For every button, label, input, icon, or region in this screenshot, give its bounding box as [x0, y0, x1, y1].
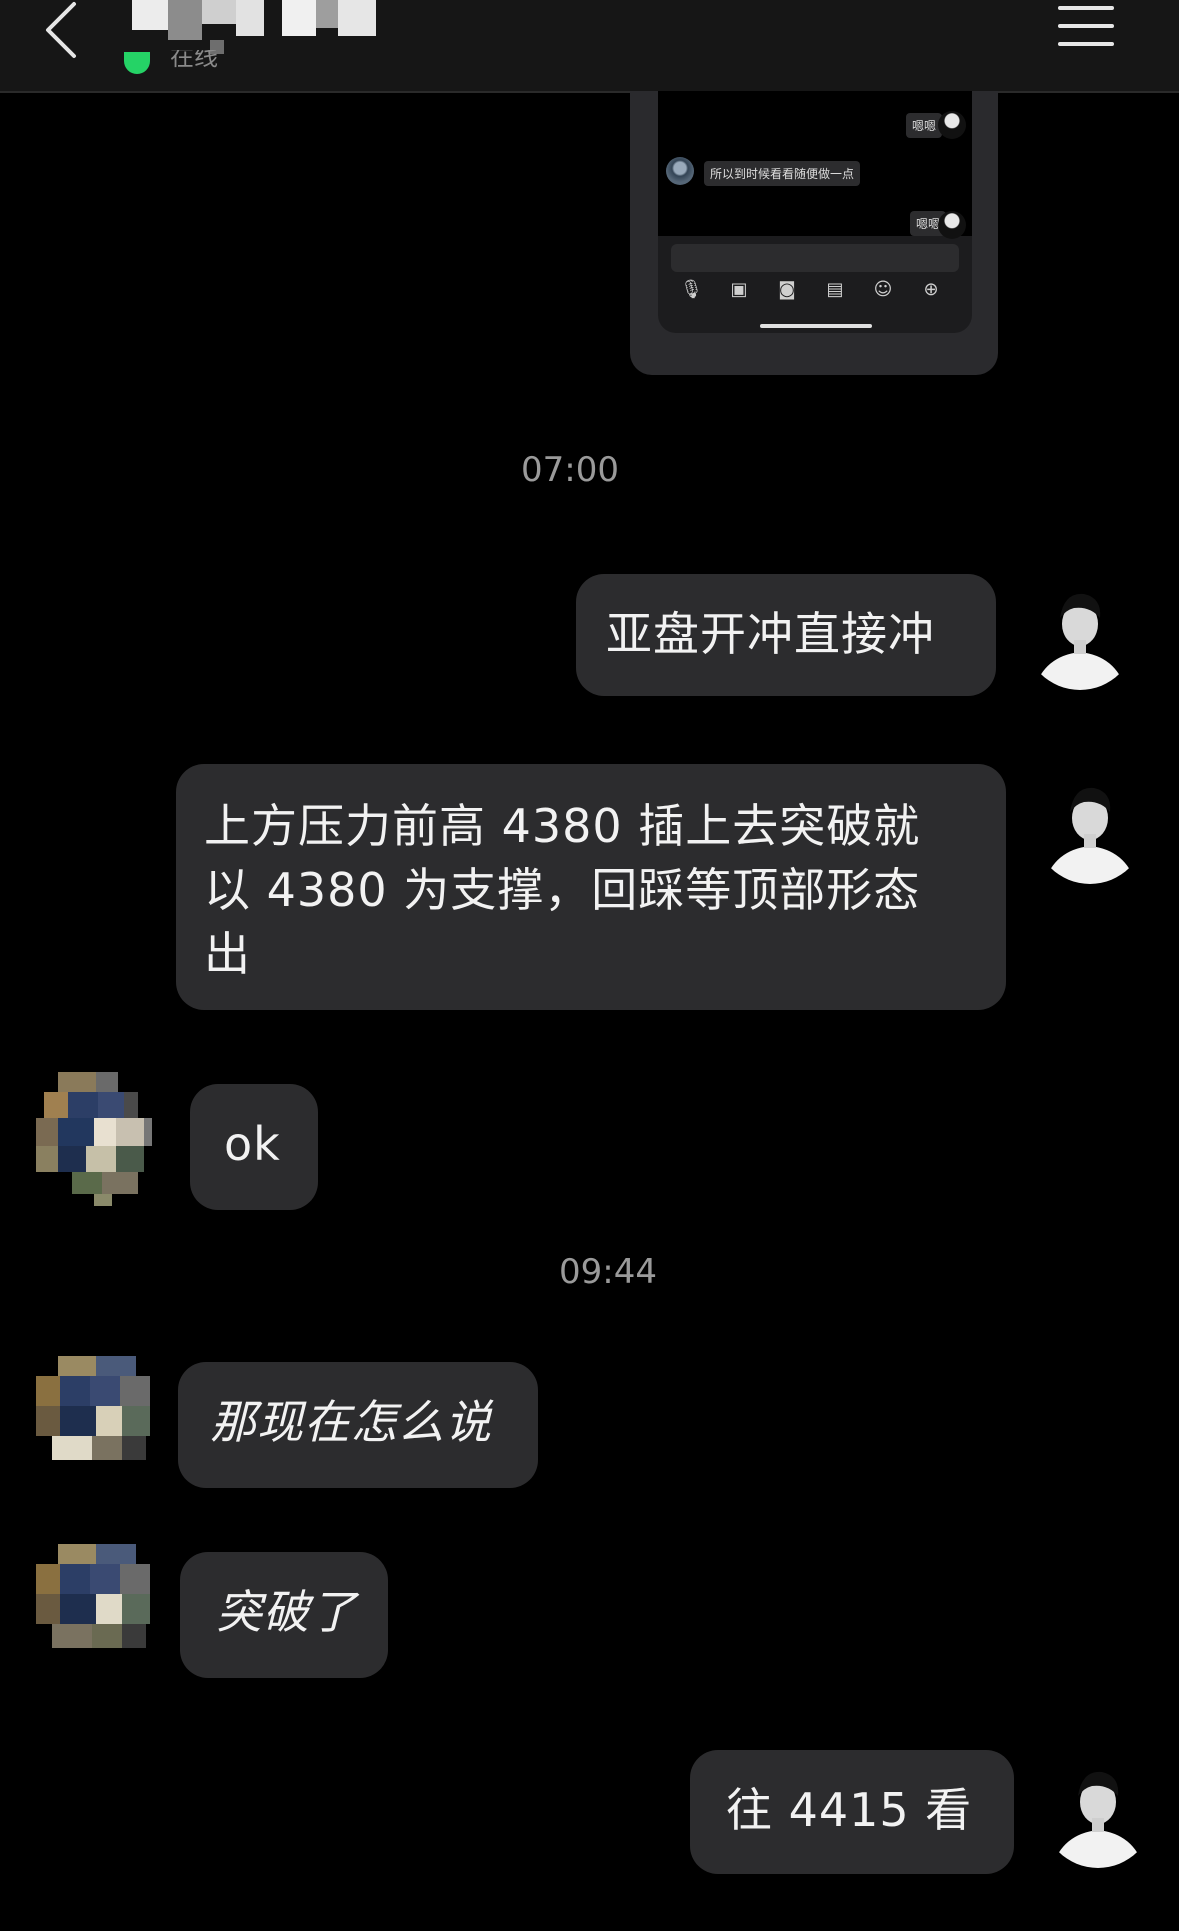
message-bubble-sent[interactable]: 上方压力前高 4380 插上去突破就 以 4380 为支撑，回踩等顶部形态 出 [176, 764, 1006, 1010]
screenshot-input-bar [671, 244, 959, 272]
image-icon: ▣ [730, 279, 748, 300]
online-status-text: 在线 [170, 50, 218, 71]
plus-icon: ⊕ [923, 279, 939, 300]
screenshot-toolbar: 🎙 ▣ ◙ ▤ ☺ ⊕ [680, 279, 960, 303]
mini-bubble: 所以到时候看看随便做一点 [704, 161, 861, 186]
avatar-contact-censored[interactable] [36, 1072, 156, 1206]
message-text: 上方压力前高 4380 插上去突破就 [204, 799, 921, 853]
online-status-dot [124, 52, 150, 74]
avatar-self[interactable] [1034, 772, 1146, 884]
timestamp: 07:00 [521, 450, 619, 490]
mini-bubble: 嗯嗯 [906, 113, 943, 138]
message-text: 突破了 [216, 1585, 357, 1639]
avatar-contact-censored[interactable] [36, 1356, 156, 1490]
message-bubble-received[interactable]: 那现在怎么说 [178, 1362, 538, 1488]
avatar-self[interactable] [1024, 578, 1136, 690]
emoji-icon: ☺ [873, 279, 893, 300]
red-packet-icon: ▤ [826, 279, 844, 300]
message-text: ok [224, 1117, 281, 1171]
microphone-icon: 🎙 [680, 279, 703, 300]
mini-avatar [938, 211, 966, 239]
screenshot-content: 嗯嗯 所以到时候看看随便做一点 嗯嗯 🎙 ▣ ◙ ▤ ☺ ⊕ [658, 91, 972, 333]
message-bubble-sent[interactable]: 亚盘开冲直接冲 [576, 574, 996, 696]
avatar-self[interactable] [1042, 1756, 1154, 1868]
camera-icon: ◙ [778, 279, 796, 300]
image-message-screenshot[interactable]: 嗯嗯 所以到时候看看随便做一点 嗯嗯 🎙 ▣ ◙ ▤ ☺ ⊕ [630, 91, 998, 375]
mini-avatar [938, 111, 966, 139]
screenshot-chat-area: 嗯嗯 所以到时候看看随便做一点 嗯嗯 [658, 91, 972, 239]
message-bubble-received[interactable]: 突破了 [180, 1552, 388, 1678]
message-text: 那现在怎么说 [210, 1395, 492, 1449]
message-bubble-sent[interactable]: 往 4415 看 [690, 1750, 1014, 1874]
home-indicator [760, 324, 872, 328]
message-text: 往 4415 看 [726, 1783, 973, 1837]
chevron-left-icon[interactable] [38, 0, 88, 60]
mini-avatar [666, 157, 694, 185]
message-text: 亚盘开冲直接冲 [606, 607, 935, 661]
message-text: 以 4380 为支撑，回踩等顶部形态 [204, 863, 921, 917]
timestamp: 09:44 [559, 1252, 657, 1292]
message-bubble-received[interactable]: ok [190, 1084, 318, 1210]
avatar-contact-censored[interactable] [36, 1544, 156, 1678]
message-text: 出 [204, 927, 251, 981]
menu-icon[interactable] [1058, 2, 1114, 50]
chat-header: 在线 [0, 0, 1179, 93]
